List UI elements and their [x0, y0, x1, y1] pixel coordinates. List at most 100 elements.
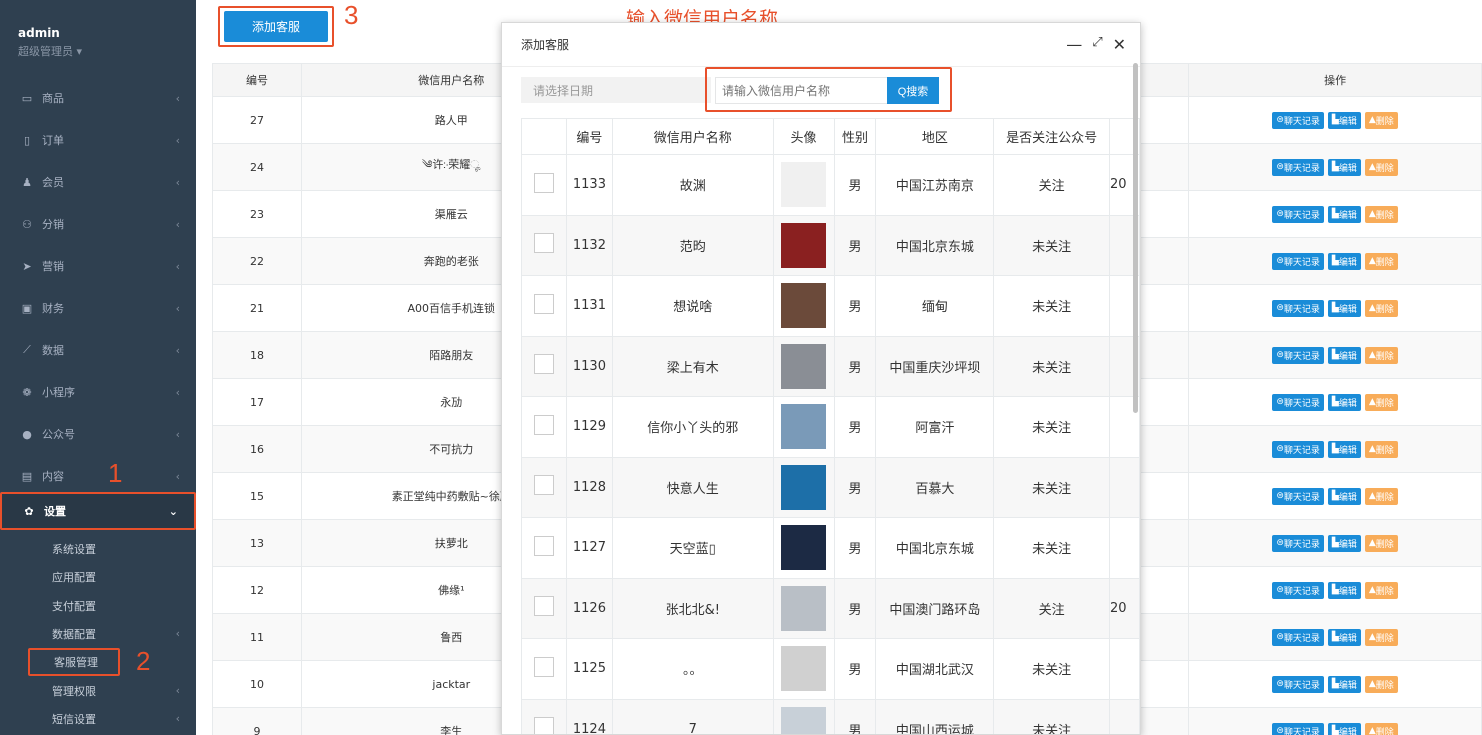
delete-button[interactable]: ▲ 删除: [1364, 393, 1398, 411]
user-role-dropdown[interactable]: 超级管理员 ▾: [18, 43, 178, 59]
search-button[interactable]: Q搜索: [887, 77, 939, 104]
maximize-icon[interactable]: ⤢: [1092, 35, 1102, 54]
annotation-number-3: 3: [344, 0, 359, 30]
sidebar-subitem-1[interactable]: 应用配置: [0, 565, 196, 588]
sidebar-item-5[interactable]: ▣ 财务 ‹: [0, 285, 196, 331]
edit-button[interactable]: ▙ 编辑: [1327, 722, 1361, 735]
delete-button[interactable]: ▲ 删除: [1364, 722, 1398, 735]
sidebar-item-label: 设置: [44, 505, 66, 518]
row-checkbox[interactable]: [533, 293, 554, 314]
sidebar-item-10[interactable]: ✿ 设置 ⌄: [0, 492, 196, 530]
edit-button[interactable]: ▙ 编辑: [1327, 628, 1361, 646]
edit-button[interactable]: ▙ 编辑: [1327, 581, 1361, 599]
row-checkbox[interactable]: [533, 475, 554, 496]
edit-button[interactable]: ▙ 编辑: [1327, 158, 1361, 176]
chat-record-button[interactable]: ⊜ 聊天记录: [1272, 675, 1324, 693]
minimize-icon[interactable]: —: [1066, 35, 1082, 54]
edit-label: 编辑: [1338, 163, 1357, 174]
row-checkbox[interactable]: [533, 354, 554, 375]
sidebar-subitem-5[interactable]: 管理权限 ‹: [0, 679, 196, 702]
delete-button[interactable]: ▲ 删除: [1364, 252, 1398, 270]
sidebar-item-6[interactable]: ⟋ 数据 ‹: [0, 327, 196, 373]
chat-record-button[interactable]: ⊜ 聊天记录: [1272, 252, 1324, 270]
edit-button[interactable]: ▙ 编辑: [1327, 675, 1361, 693]
close-icon[interactable]: ✕: [1113, 35, 1126, 54]
cell-sex: 男: [833, 214, 877, 276]
sidebar-item-4[interactable]: ➤ 营销 ‹: [0, 243, 196, 289]
edit-button[interactable]: ▙ 编辑: [1327, 440, 1361, 458]
add-service-button[interactable]: 添加客服: [224, 11, 328, 42]
chat-record-button[interactable]: ⊜ 聊天记录: [1272, 581, 1324, 599]
sidebar-item-label: 内容: [42, 470, 64, 483]
sidebar-item-0[interactable]: ▭ 商品 ‹: [0, 75, 196, 121]
cell-ops: ⊜ 聊天记录 ▙ 编辑 ▲ 删除: [1188, 96, 1482, 144]
delete-button[interactable]: ▲ 删除: [1364, 581, 1398, 599]
delete-button[interactable]: ▲ 删除: [1364, 111, 1398, 129]
date-picker[interactable]: 请选择日期: [521, 77, 711, 103]
header-area: 地区: [875, 118, 995, 155]
row-checkbox[interactable]: [533, 172, 554, 193]
delete-button[interactable]: ▲ 删除: [1364, 675, 1398, 693]
chat-record-button[interactable]: ⊜ 聊天记录: [1272, 111, 1324, 129]
cell-id: 27: [212, 96, 302, 144]
delete-button[interactable]: ▲ 删除: [1364, 534, 1398, 552]
edit-button[interactable]: ▙ 编辑: [1327, 393, 1361, 411]
add-button-highlight: 添加客服: [218, 6, 334, 47]
chat-label: 聊天记录: [1283, 539, 1320, 550]
cell-subscribed: 关注: [993, 577, 1110, 639]
delete-button[interactable]: ▲ 删除: [1364, 299, 1398, 317]
row-checkbox[interactable]: [533, 414, 554, 435]
edit-button[interactable]: ▙ 编辑: [1327, 111, 1361, 129]
sidebar-subitem-2[interactable]: 支付配置: [0, 594, 196, 617]
row-checkbox[interactable]: [533, 233, 554, 254]
sidebar-item-1[interactable]: ▯ 订单 ‹: [0, 117, 196, 163]
row-checkbox[interactable]: [533, 596, 554, 617]
cell-name: 张北北&!: [611, 577, 774, 639]
sidebar-item-7[interactable]: ❁ 小程序 ‹: [0, 369, 196, 415]
sidebar-item-2[interactable]: ♟ 会员 ‹: [0, 159, 196, 205]
edit-button[interactable]: ▙ 编辑: [1327, 205, 1361, 223]
cell-avatar: [772, 214, 835, 276]
delete-button[interactable]: ▲ 删除: [1364, 440, 1398, 458]
edit-button[interactable]: ▙ 编辑: [1327, 487, 1361, 505]
delete-label: 删除: [1375, 257, 1394, 268]
chat-record-button[interactable]: ⊜ 聊天记录: [1272, 440, 1324, 458]
user-name: admin: [18, 26, 60, 40]
sidebar-subitem-4[interactable]: 客服管理: [28, 648, 120, 676]
row-checkbox[interactable]: [533, 535, 554, 556]
sidebar-subitem-6[interactable]: 短信设置 ‹: [0, 707, 196, 730]
chat-record-button[interactable]: ⊜ 聊天记录: [1272, 393, 1324, 411]
chat-record-button[interactable]: ⊜ 聊天记录: [1272, 205, 1324, 223]
warning-icon: ▲: [1368, 303, 1376, 313]
delete-button[interactable]: ▲ 删除: [1364, 628, 1398, 646]
delete-button[interactable]: ▲ 删除: [1364, 487, 1398, 505]
chat-record-button[interactable]: ⊜ 聊天记录: [1272, 487, 1324, 505]
delete-button[interactable]: ▲ 删除: [1364, 346, 1398, 364]
edit-button[interactable]: ▙ 编辑: [1327, 346, 1361, 364]
delete-label: 删除: [1375, 163, 1394, 174]
row-checkbox[interactable]: [533, 717, 554, 734]
delete-label: 删除: [1375, 304, 1394, 315]
chat-record-button[interactable]: ⊜ 聊天记录: [1272, 628, 1324, 646]
sidebar-item-3[interactable]: ⚇ 分销 ‹: [0, 201, 196, 247]
chevron-icon: ‹: [175, 259, 180, 273]
sidebar-subitem-0[interactable]: 系统设置: [0, 537, 196, 560]
edit-button[interactable]: ▙ 编辑: [1327, 252, 1361, 270]
delete-button[interactable]: ▲ 删除: [1364, 158, 1398, 176]
modal-scrollbar[interactable]: [1133, 63, 1138, 413]
edit-button[interactable]: ▙ 编辑: [1327, 534, 1361, 552]
search-input[interactable]: [715, 77, 888, 104]
sidebar-subitem-3[interactable]: 数据配置 ‹: [0, 622, 196, 645]
delete-button[interactable]: ▲ 删除: [1364, 205, 1398, 223]
chat-record-button[interactable]: ⊜ 聊天记录: [1272, 534, 1324, 552]
chat-record-button[interactable]: ⊜ 聊天记录: [1272, 158, 1324, 176]
cell-sex: 男: [833, 698, 877, 734]
edit-label: 编辑: [1338, 586, 1357, 597]
edit-button[interactable]: ▙ 编辑: [1327, 299, 1361, 317]
chat-record-button[interactable]: ⊜ 聊天记录: [1272, 299, 1324, 317]
sidebar-item-8[interactable]: ● 公众号 ‹: [0, 411, 196, 457]
sidebar-item-label: 商品: [42, 92, 64, 105]
row-checkbox[interactable]: [533, 656, 554, 677]
chat-record-button[interactable]: ⊜ 聊天记录: [1272, 722, 1324, 735]
chat-record-button[interactable]: ⊜ 聊天记录: [1272, 346, 1324, 364]
